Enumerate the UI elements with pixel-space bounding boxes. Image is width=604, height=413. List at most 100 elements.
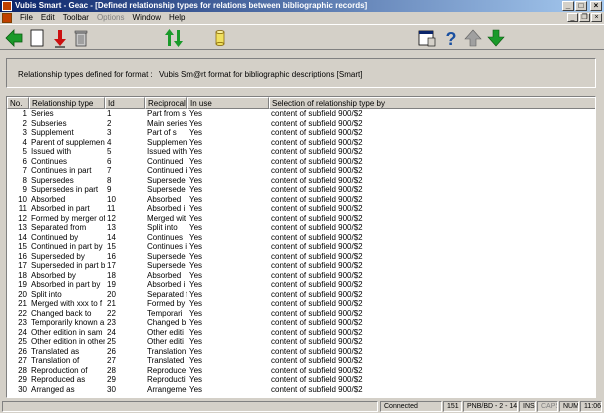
relationship-type-cell: Temporarily known a (31, 318, 105, 327)
column-header-id[interactable]: Id (105, 97, 145, 109)
selection-cell: content of subfield 900/$2 (271, 204, 363, 213)
column-header-relationship-type[interactable]: Relationship type (29, 97, 105, 109)
delete-button[interactable] (70, 27, 92, 49)
reciprocal-cell: Changed b (147, 318, 187, 327)
reciprocal-cell: Part of s (147, 128, 177, 137)
table-row[interactable]: 15 Continued in part by 15 Continues i Yes co… (7, 242, 595, 252)
in-use-cell: Yes (189, 375, 203, 384)
menu-options[interactable]: Options (93, 12, 129, 24)
new-button[interactable] (26, 27, 48, 49)
table-row[interactable]: 5 Issued with 5 Issued with Yes content of su… (7, 147, 595, 157)
minimize-button[interactable]: _ (562, 1, 574, 11)
document-window-controls: _ ❐ × (567, 13, 602, 22)
relationship-type-cell: Subseries (31, 118, 67, 128)
reciprocal-cell: Reproduce (147, 365, 187, 375)
menu-toolbar[interactable]: Toolbar (59, 12, 93, 24)
help-button[interactable]: ? (440, 27, 462, 49)
relationship-type-cell: Continues in part (31, 166, 92, 175)
menu-edit[interactable]: Edit (37, 12, 59, 24)
window-button[interactable] (416, 27, 438, 49)
column-header-reciprocal[interactable]: Reciprocal (145, 97, 187, 109)
reciprocal-cell: Merged wit (147, 213, 187, 223)
row-number-cell: 25 (18, 337, 27, 346)
exit-button[interactable] (3, 27, 25, 49)
table-row[interactable]: 27 Translation of 27 Translated Yes content o… (7, 356, 595, 366)
doc-close-button[interactable]: × (591, 13, 602, 22)
table-row[interactable]: 23 Temporarily known a 23 Changed b Yes conte… (7, 318, 595, 328)
id-cell: 29 (107, 375, 116, 384)
column-header-no[interactable]: No. (7, 97, 29, 109)
table-row[interactable]: 18 Absorbed by 18 Absorbed Yes content of sub… (7, 271, 595, 281)
id-cell: 18 (107, 270, 116, 280)
table-row[interactable]: 28 Reproduction of 28 Reproduce Yes content o… (7, 366, 595, 376)
table-row[interactable]: 16 Superseded by 16 Supersede Yes content of … (7, 252, 595, 262)
id-cell: 11 (107, 204, 116, 213)
in-use-cell: Yes (189, 261, 203, 270)
relationship-type-cell: Continued in part by (31, 242, 103, 251)
menu-file[interactable]: File (16, 12, 37, 24)
in-use-cell: Yes (189, 242, 203, 251)
table-row[interactable]: 12 Formed by merger of 12 Merged wit Yes cont… (7, 214, 595, 224)
table-row[interactable]: 17 Superseded in part b 17 Supersede Yes cont… (7, 261, 595, 271)
table-row[interactable]: 29 Reproduced as 29 Reproducti Yes content of… (7, 375, 595, 385)
table-row[interactable]: 10 Absorbed 10 Absorbed Yes content of subfie… (7, 195, 595, 205)
table-row[interactable]: 19 Absorbed in part by 19 Absorbed i Yes cont… (7, 280, 595, 290)
id-cell: 21 (107, 299, 116, 308)
table-row[interactable]: 2 Subseries 2 Main series Yes content of subf… (7, 119, 595, 129)
menu-help[interactable]: Help (165, 12, 189, 24)
table-row[interactable]: 11 Absorbed in part 11 Absorbed i Yes content… (7, 204, 595, 214)
table-row[interactable]: 6 Continues 6 Continued Yes content of subfie… (7, 157, 595, 167)
table-row[interactable]: 9 Supersedes in part 9 Supersede Yes content … (7, 185, 595, 195)
in-use-cell: Yes (189, 308, 203, 318)
table-row[interactable]: 20 Split into 20 Separated f Yes content of s… (7, 290, 595, 300)
up-down-arrows-icon (165, 29, 183, 47)
id-cell: 16 (107, 251, 116, 261)
in-use-cell: Yes (189, 356, 203, 365)
reciprocal-cell: Other editi (147, 337, 184, 346)
column-header-selection[interactable]: Selection of relationship type by (269, 97, 595, 109)
next-button[interactable] (485, 27, 507, 49)
reciprocal-cell: Translation (147, 346, 187, 356)
selection-cell: content of subfield 900/$2 (271, 137, 363, 147)
table-row[interactable]: 30 Arranged as 30 Arrangeme Yes content of su… (7, 385, 595, 395)
row-number-cell: 2 (22, 118, 27, 128)
status-bar: Connected 151 PNB/BD - 2 - 148 INS CAPS … (0, 400, 604, 413)
document-icon[interactable] (2, 13, 12, 23)
row-number-cell: 11 (18, 204, 27, 213)
maximize-button[interactable]: □ (575, 1, 587, 11)
doc-restore-button[interactable]: ❐ (579, 13, 590, 22)
id-cell: 2 (107, 118, 112, 128)
reciprocal-cell: Reproducti (147, 375, 186, 384)
database-button[interactable] (209, 27, 231, 49)
table-row[interactable]: 26 Translated as 26 Translation Yes content o… (7, 347, 595, 357)
table-row[interactable]: 7 Continues in part 7 Continued i Yes content… (7, 166, 595, 176)
table-row[interactable]: 3 Supplement 3 Part of s Yes content of subfi… (7, 128, 595, 138)
table-row[interactable]: 14 Continued by 14 Continues Yes content of s… (7, 233, 595, 243)
table-row[interactable]: 25 Other edition in other 25 Other editi Yes… (7, 337, 595, 347)
red-down-arrow-icon (54, 30, 66, 48)
table-row[interactable]: 8 Supersedes 8 Supersede Yes content of subfi… (7, 176, 595, 186)
table-row[interactable]: 1 Series 1 Part from s Yes content of subfiel… (7, 109, 595, 119)
selection-cell: content of subfield 900/$2 (271, 118, 363, 128)
table-row[interactable]: 24 Other edition in sam 24 Other editi Yes co… (7, 328, 595, 338)
reciprocal-cell: Supersede (147, 185, 186, 194)
id-cell: 10 (107, 194, 116, 204)
table-row[interactable]: 22 Changed back to 22 Temporari Yes content o… (7, 309, 595, 319)
doc-minimize-button[interactable]: _ (567, 13, 578, 22)
close-button[interactable]: × (590, 1, 602, 11)
table-row[interactable]: 13 Separated from 13 Split into Yes content o… (7, 223, 595, 233)
selection-cell: content of subfield 900/$2 (271, 213, 363, 223)
row-number-cell: 10 (18, 194, 27, 204)
relationship-type-cell: Changed back to (31, 308, 92, 318)
row-number-cell: 28 (18, 365, 27, 375)
table-row[interactable]: 4 Parent of supplement 4 Supplemen Yes conten… (7, 138, 595, 148)
menu-window[interactable]: Window (129, 12, 165, 24)
in-use-cell: Yes (189, 147, 203, 156)
in-use-cell: Yes (189, 118, 203, 128)
delete-mark-button[interactable] (49, 27, 71, 49)
table-row[interactable]: 21 Merged with xxx to f 21 Formed by Yes cont… (7, 299, 595, 309)
previous-button[interactable] (462, 27, 484, 49)
selection-cell: content of subfield 900/$2 (271, 375, 363, 384)
sort-button[interactable] (163, 27, 185, 49)
column-header-in-use[interactable]: In use (187, 97, 269, 109)
